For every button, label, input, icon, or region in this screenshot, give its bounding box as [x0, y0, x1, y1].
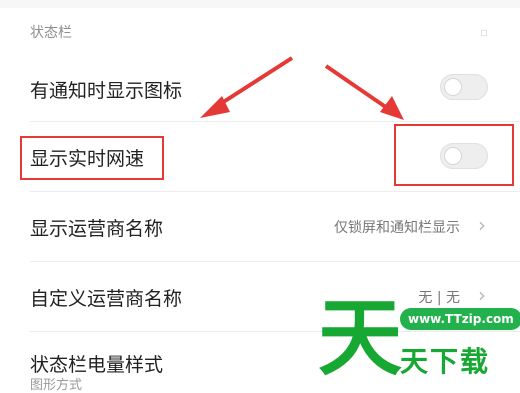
row-value: 仅锁屏和通知栏显示	[334, 220, 460, 236]
row-value: 无 | 无	[418, 290, 460, 306]
section-header-status-bar: 状态栏	[30, 25, 72, 41]
top-strip	[0, 0, 520, 8]
toggle-knob	[444, 78, 462, 96]
watermark-logo: 天	[318, 289, 403, 387]
row-show-carrier-name[interactable]: 显示运营商名称 仅锁屏和通知栏显示 ›	[0, 192, 520, 260]
row-label: 显示运营商名称	[30, 218, 164, 240]
highlight-box-toggle	[394, 124, 514, 186]
highlight-box-label	[20, 136, 164, 180]
toggle-show-icon-on-notification[interactable]	[440, 74, 488, 100]
chevron-right-icon: ›	[478, 283, 486, 307]
header-marker-icon: ▫	[480, 25, 489, 39]
chevron-right-icon: ›	[478, 213, 486, 237]
row-show-icon-on-notification[interactable]: 有通知时显示图标	[0, 58, 520, 120]
row-label: 自定义运营商名称	[30, 288, 183, 310]
watermark-url: www.TTzip.com	[400, 308, 520, 330]
row-label: 状态栏电量样式	[30, 354, 164, 376]
row-label: 有通知时显示图标	[30, 80, 183, 102]
settings-screen: 状态栏 ▫ 有通知时显示图标 显示实时网速 显示运营商名称 仅锁屏和通知栏显示 …	[0, 0, 520, 393]
watermark-text: 天下载	[400, 345, 491, 378]
row-sublabel: 图形方式	[30, 378, 83, 393]
